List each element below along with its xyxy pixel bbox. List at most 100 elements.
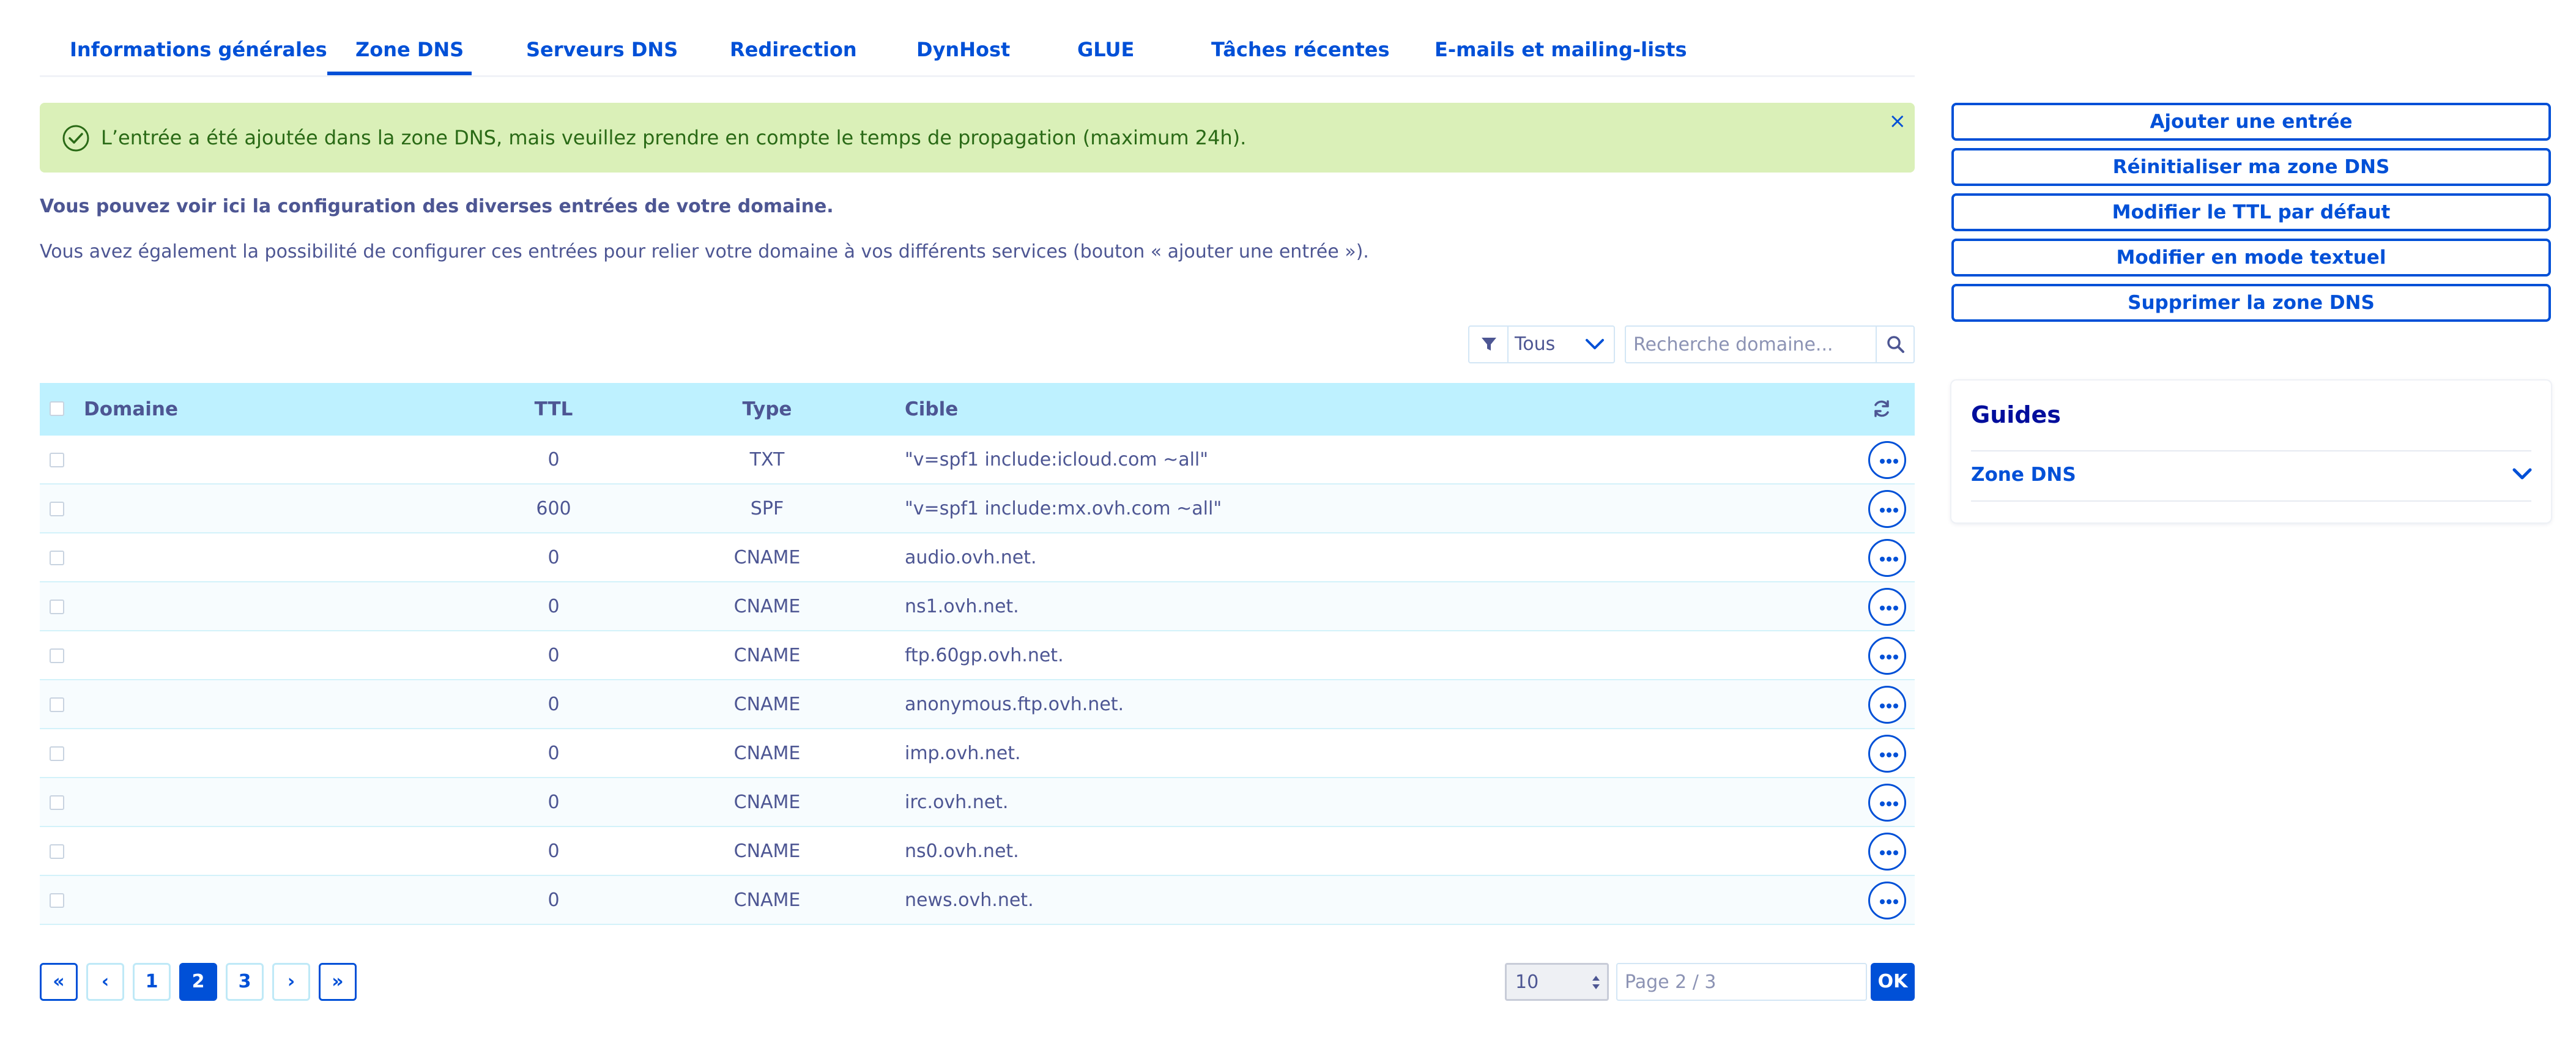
ellipsis-icon bbox=[1893, 508, 1898, 513]
page-1-button[interactable]: 1 bbox=[133, 963, 171, 1001]
ellipsis-icon bbox=[1893, 557, 1898, 562]
chevron-down-icon[interactable] bbox=[2512, 466, 2533, 482]
refresh-icon[interactable] bbox=[1872, 399, 1891, 418]
row-actions-button[interactable] bbox=[1868, 882, 1906, 919]
chevron-down-icon bbox=[1586, 339, 1604, 349]
ellipsis-icon bbox=[1880, 459, 1885, 464]
active-tab-indicator bbox=[327, 72, 472, 75]
ellipsis-icon bbox=[1893, 801, 1898, 806]
search-icon bbox=[1887, 336, 1904, 353]
filter-value: Tous bbox=[1515, 333, 1556, 355]
ellipsis-icon bbox=[1880, 655, 1885, 659]
search-input[interactable] bbox=[1626, 327, 1878, 362]
tab-emails-mailing-lists[interactable]: E-mails et mailing-lists bbox=[1435, 38, 1687, 61]
ellipsis-icon bbox=[1880, 801, 1885, 806]
row-actions-button[interactable] bbox=[1868, 490, 1906, 528]
ellipsis-icon bbox=[1893, 704, 1898, 708]
table-row: 0 CNAME ftp.60gp.ovh.net. bbox=[40, 631, 1915, 680]
row-actions-button[interactable] bbox=[1868, 539, 1906, 577]
row-checkbox[interactable] bbox=[50, 453, 64, 467]
tab-zone-dns[interactable]: Zone DNS bbox=[355, 38, 464, 61]
table-row: 0 CNAME imp.ovh.net. bbox=[40, 729, 1915, 778]
stepper-arrows-icon bbox=[1592, 976, 1600, 989]
first-page-button[interactable]: « bbox=[40, 963, 78, 1001]
reset-zone-button[interactable]: Réinitialiser ma zone DNS bbox=[1951, 148, 2551, 186]
guides-panel: Guides Zone DNS bbox=[1951, 381, 2551, 522]
cell-cible: news.ovh.net. bbox=[905, 889, 1034, 911]
row-checkbox[interactable] bbox=[50, 844, 64, 859]
header-ttl[interactable]: TTL bbox=[535, 397, 573, 422]
header-domaine[interactable]: Domaine bbox=[84, 397, 178, 422]
type-filter-select[interactable]: Tous bbox=[1468, 325, 1615, 363]
modify-ttl-button[interactable]: Modifier le TTL par défaut bbox=[1951, 193, 2551, 231]
table-row: 0 CNAME ns0.ovh.net. bbox=[40, 827, 1915, 876]
ellipsis-icon bbox=[1880, 704, 1885, 708]
select-all-checkbox[interactable] bbox=[50, 401, 64, 416]
row-checkbox[interactable] bbox=[50, 502, 64, 516]
row-checkbox[interactable] bbox=[50, 648, 64, 663]
table-row: 0 CNAME anonymous.ftp.ovh.net. bbox=[40, 680, 1915, 729]
prev-page-button[interactable]: ‹ bbox=[86, 963, 124, 1001]
cell-type: CNAME bbox=[733, 841, 801, 862]
cell-ttl: 0 bbox=[547, 841, 560, 862]
tab-serveurs-dns[interactable]: Serveurs DNS bbox=[526, 38, 678, 61]
guide-zone-dns-link[interactable]: Zone DNS bbox=[1971, 462, 2076, 487]
page-number-input[interactable]: Page 2 / 3 bbox=[1616, 963, 1867, 1001]
row-checkbox[interactable] bbox=[50, 893, 64, 908]
intro-text: Vous avez également la possibilité de co… bbox=[40, 241, 1369, 262]
cell-ttl: 0 bbox=[547, 449, 560, 470]
last-page-button[interactable]: » bbox=[319, 963, 357, 1001]
row-actions-button[interactable] bbox=[1868, 833, 1906, 871]
cell-ttl: 600 bbox=[536, 498, 571, 519]
ellipsis-icon bbox=[1880, 557, 1885, 562]
add-entry-button[interactable]: Ajouter une entrée bbox=[1951, 103, 2551, 141]
alert-message: L’entrée a été ajoutée dans la zone DNS,… bbox=[101, 126, 1247, 149]
row-checkbox[interactable] bbox=[50, 697, 64, 712]
row-actions-button[interactable] bbox=[1868, 588, 1906, 626]
success-alert: L’entrée a été ajoutée dans la zone DNS,… bbox=[40, 103, 1915, 173]
page-3-button[interactable]: 3 bbox=[226, 963, 264, 1001]
tab-informations-generales[interactable]: Informations générales bbox=[70, 38, 327, 61]
header-cible[interactable]: Cible bbox=[905, 397, 958, 422]
row-checkbox[interactable] bbox=[50, 746, 64, 761]
cell-cible: audio.ovh.net. bbox=[905, 547, 1037, 568]
text-mode-button[interactable]: Modifier en mode textuel bbox=[1951, 239, 2551, 277]
cell-ttl: 0 bbox=[547, 645, 560, 666]
row-actions-button[interactable] bbox=[1868, 637, 1906, 675]
delete-zone-button[interactable]: Supprimer la zone DNS bbox=[1951, 284, 2551, 322]
cell-type: TXT bbox=[749, 449, 785, 470]
ellipsis-icon bbox=[1887, 508, 1891, 513]
tab-glue[interactable]: GLUE bbox=[1077, 38, 1134, 61]
row-checkbox[interactable] bbox=[50, 795, 64, 810]
close-icon[interactable]: × bbox=[1889, 109, 1907, 133]
next-page-button[interactable]: › bbox=[272, 963, 310, 1001]
row-checkbox[interactable] bbox=[50, 600, 64, 614]
search-button[interactable] bbox=[1876, 327, 1913, 362]
table-row: 600 SPF "v=spf1 include:mx.ovh.com ~all" bbox=[40, 485, 1915, 533]
filter-icon-container bbox=[1469, 327, 1509, 362]
cell-ttl: 0 bbox=[547, 547, 560, 568]
tab-taches-recentes[interactable]: Tâches récentes bbox=[1211, 38, 1389, 61]
row-actions-button[interactable] bbox=[1868, 735, 1906, 773]
tab-redirection[interactable]: Redirection bbox=[730, 38, 857, 61]
cell-cible: "v=spf1 include:mx.ovh.com ~all" bbox=[905, 498, 1222, 519]
row-actions-button[interactable] bbox=[1868, 784, 1906, 822]
cell-cible: ns1.ovh.net. bbox=[905, 596, 1019, 617]
per-page-select[interactable]: 10 bbox=[1505, 963, 1609, 1001]
cell-type: CNAME bbox=[733, 889, 801, 911]
row-actions-button[interactable] bbox=[1868, 441, 1906, 479]
row-checkbox[interactable] bbox=[50, 551, 64, 565]
table-row: 0 CNAME ns1.ovh.net. bbox=[40, 582, 1915, 631]
divider bbox=[1971, 500, 2531, 502]
row-actions-button[interactable] bbox=[1868, 686, 1906, 724]
search-box bbox=[1625, 325, 1915, 363]
ellipsis-icon bbox=[1880, 606, 1885, 611]
table-row: 0 TXT "v=spf1 include:icloud.com ~all" bbox=[40, 436, 1915, 485]
tab-dynhost[interactable]: DynHost bbox=[916, 38, 1010, 61]
ellipsis-icon bbox=[1893, 655, 1898, 659]
header-type[interactable]: Type bbox=[743, 397, 792, 422]
table-row: 0 CNAME audio.ovh.net. bbox=[40, 533, 1915, 582]
ok-button[interactable]: OK bbox=[1871, 963, 1915, 1001]
ellipsis-icon bbox=[1887, 801, 1891, 806]
page-2-button[interactable]: 2 bbox=[179, 963, 217, 1001]
